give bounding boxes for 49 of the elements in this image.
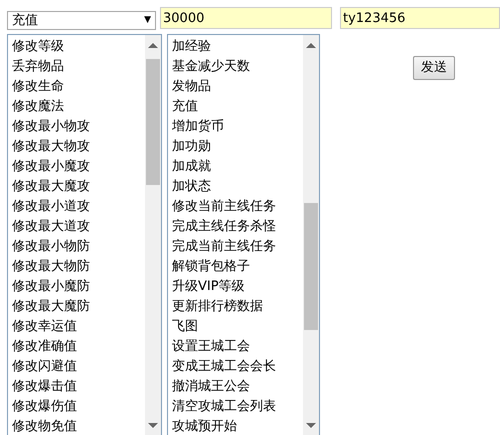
list-option[interactable]: 修改物免值 bbox=[8, 417, 145, 435]
list-option[interactable]: 修改爆击值 bbox=[8, 377, 145, 397]
list-option[interactable]: 修改最大物防 bbox=[8, 257, 145, 277]
list-option[interactable]: 发物品 bbox=[168, 77, 303, 97]
list-option[interactable]: 完成当前主线任务 bbox=[168, 237, 303, 257]
list-option[interactable]: 修改幸运值 bbox=[8, 317, 145, 337]
list-option[interactable]: 攻城预开始 bbox=[168, 417, 303, 435]
list-option[interactable]: 修改魔法 bbox=[8, 97, 145, 117]
list-option[interactable]: 修改最大魔攻 bbox=[8, 177, 145, 197]
list-option[interactable]: 修改最小道攻 bbox=[8, 197, 145, 217]
list-option[interactable]: 增加货币 bbox=[168, 117, 303, 137]
list-option[interactable]: 修改闪避值 bbox=[8, 357, 145, 377]
command-listbox[interactable]: 修改等级 丢弃物品 修改生命 修改魔法 修改最小物攻 修改最大物攻 修改最小魔攻 修改最大魔攻 修改最小道攻 修改最大道攻 修改最小物防 修改最大物防 修改最小魔防 修改最大魔防 修改幸运值 修改准确值 修改闪避值 修改爆击值 修改爆伤值 修改物免值 bbox=[7, 34, 162, 435]
list-option[interactable]: 修改最大魔防 bbox=[8, 297, 145, 317]
list-option[interactable]: 飞图 bbox=[168, 317, 303, 337]
list-option[interactable]: 基金减少天数 bbox=[168, 57, 303, 77]
list-option[interactable]: 加状态 bbox=[168, 177, 303, 197]
list-option[interactable]: 修改生命 bbox=[8, 77, 145, 97]
scrollbar[interactable] bbox=[145, 35, 161, 435]
list-option[interactable]: 修改最大物攻 bbox=[8, 137, 145, 157]
scrollbar[interactable] bbox=[303, 35, 319, 435]
list-option[interactable]: 修改最大道攻 bbox=[8, 217, 145, 237]
command-dropdown[interactable]: 充值 ▼ bbox=[7, 11, 156, 30]
account-field[interactable]: ty123456 bbox=[340, 7, 500, 29]
list-option[interactable]: 修改准确值 bbox=[8, 337, 145, 357]
dropdown-arrow-icon: ▼ bbox=[144, 14, 151, 28]
list-option[interactable]: 升级VIP等级 bbox=[168, 277, 303, 297]
list-option[interactable]: 修改当前主线任务 bbox=[168, 197, 303, 217]
list-option[interactable]: 清空攻城工会列表 bbox=[168, 397, 303, 417]
list-option[interactable]: 丢弃物品 bbox=[8, 57, 145, 77]
list-option[interactable]: 修改最小物攻 bbox=[8, 117, 145, 137]
list-option[interactable]: 变成王城工会会长 bbox=[168, 357, 303, 377]
list-option[interactable]: 加功勋 bbox=[168, 137, 303, 157]
list-option[interactable]: 修改最小魔防 bbox=[8, 277, 145, 297]
list-option[interactable]: 解锁背包格子 bbox=[168, 257, 303, 277]
list-option[interactable]: 修改等级 bbox=[8, 37, 145, 57]
list-option[interactable]: 完成主线任务杀怪 bbox=[168, 217, 303, 237]
list-option[interactable]: 设置王城工会 bbox=[168, 337, 303, 357]
list-option[interactable]: 更新排行榜数据 bbox=[168, 297, 303, 317]
send-button[interactable]: 发送 bbox=[413, 56, 455, 80]
list-option[interactable]: 修改最小物防 bbox=[8, 237, 145, 257]
list-option[interactable]: 加经验 bbox=[168, 37, 303, 57]
list-option[interactable]: 修改最小魔攻 bbox=[8, 157, 145, 177]
list-option[interactable]: 撤消城王公会 bbox=[168, 377, 303, 397]
amount-field[interactable]: 30000 bbox=[160, 7, 332, 29]
list-option[interactable]: 加成就 bbox=[168, 157, 303, 177]
list-option[interactable]: 充值 bbox=[168, 97, 303, 117]
list-option[interactable]: 修改爆伤值 bbox=[8, 397, 145, 417]
action-listbox[interactable]: 加经验 基金减少天数 发物品 充值 增加货币 加功勋 加成就 加状态 修改当前主线任务 完成主线任务杀怪 完成当前主线任务 解锁背包格子 升级VIP等级 更新排行榜数据 飞图 设置王城工会 变成王城工会会长 撤消城王公会 清空攻城工会列表 攻城预开始 bbox=[167, 34, 320, 435]
